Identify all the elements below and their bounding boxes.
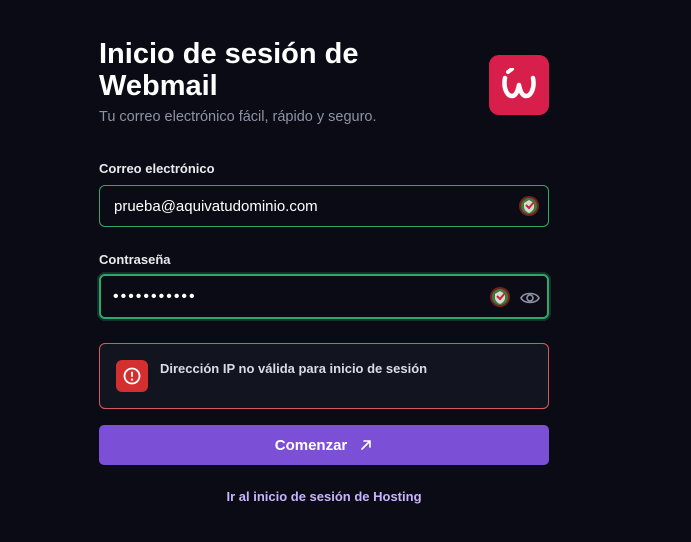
login-page: Inicio de sesión de Webmail Tu correo el… — [0, 0, 691, 542]
alert-message: Dirección IP no válida para inicio de se… — [160, 361, 428, 376]
password-manager-icon[interactable] — [518, 195, 540, 217]
exclamation-circle-icon — [123, 367, 141, 385]
brand-logo — [489, 55, 549, 115]
email-label: Correo electrónico — [99, 161, 215, 176]
arrow-up-right-icon — [361, 440, 372, 450]
error-alert: Dirección IP no válida para inicio de se… — [99, 343, 549, 409]
hosting-login-link[interactable]: Ir al inicio de sesión de Hosting — [99, 489, 549, 504]
password-manager-icon[interactable] — [489, 286, 511, 308]
password-field[interactable] — [99, 274, 549, 319]
page-title: Inicio de sesión de Webmail — [99, 38, 359, 102]
alert-icon-box — [116, 360, 148, 392]
submit-button-label: Comenzar — [274, 436, 348, 454]
eye-icon[interactable] — [519, 287, 541, 309]
password-label: Contraseña — [99, 252, 171, 267]
submit-button[interactable]: Comenzar — [99, 425, 549, 465]
email-field[interactable] — [99, 185, 549, 227]
brand-w-logo-icon — [502, 68, 536, 99]
page-subtitle: Tu correo electrónico fácil, rápido y se… — [99, 109, 377, 125]
